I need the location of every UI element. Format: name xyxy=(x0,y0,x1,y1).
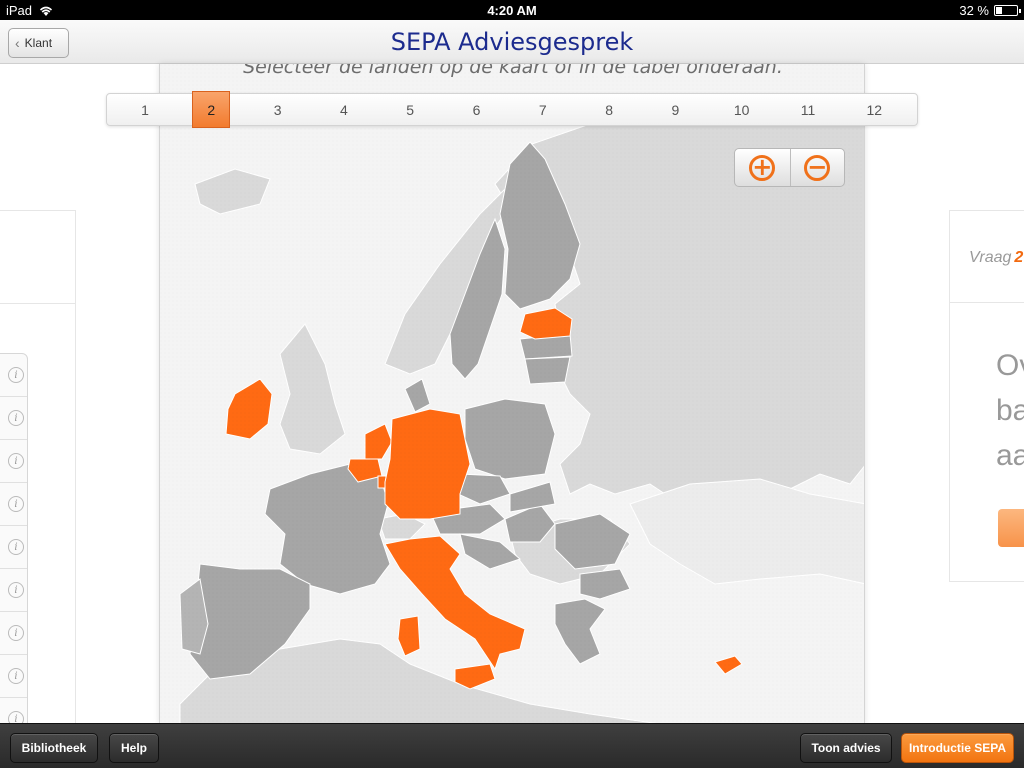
step-11[interactable]: 11 xyxy=(789,94,827,127)
step-8[interactable]: 8 xyxy=(590,94,628,127)
map-country-ireland[interactable] xyxy=(225,378,273,440)
map-country-greece[interactable] xyxy=(554,598,606,665)
list-item[interactable]: i xyxy=(0,655,27,698)
battery-icon xyxy=(994,5,1021,16)
left-list: i i i i i i i i i xyxy=(0,353,28,742)
library-button[interactable]: Bibliotheek xyxy=(10,733,98,763)
minus-circle-icon: − xyxy=(804,154,831,181)
clock: 4:20 AM xyxy=(487,3,537,18)
info-icon[interactable]: i xyxy=(8,668,24,684)
list-item[interactable]: i xyxy=(0,440,27,483)
info-icon[interactable]: i xyxy=(8,539,24,555)
list-item[interactable]: i xyxy=(0,483,27,526)
map-region-iceland[interactable] xyxy=(194,168,271,215)
zoom-out-button[interactable]: − xyxy=(789,149,845,186)
step-12[interactable]: 12 xyxy=(855,94,893,127)
plus-circle-icon: + xyxy=(749,154,776,181)
info-icon[interactable]: i xyxy=(8,410,24,426)
list-item[interactable]: i xyxy=(0,612,27,655)
map-country-romania[interactable] xyxy=(554,513,631,570)
navigation-bar: ‹ Klant SEPA Adviesgesprek xyxy=(0,20,1024,64)
step-6[interactable]: 6 xyxy=(458,94,496,127)
question-label: Vraag 2 xyxy=(969,249,1024,266)
battery-percent: 32 % xyxy=(959,3,989,18)
step-2[interactable]: 2 xyxy=(192,91,231,128)
step-3[interactable]: 3 xyxy=(259,94,297,127)
left-panel: i i i i i i i i i xyxy=(0,210,76,742)
step-5[interactable]: 5 xyxy=(391,94,429,127)
list-item[interactable]: i xyxy=(0,569,27,612)
map-country-cyprus[interactable] xyxy=(714,655,743,675)
divider xyxy=(0,303,76,304)
list-item[interactable]: i xyxy=(0,354,27,397)
question-header: Vraag 2 xyxy=(950,211,1024,303)
right-panel: Vraag2 Ov ba aa xyxy=(949,210,1024,582)
info-icon[interactable]: i xyxy=(8,496,24,512)
map-country-netherlands[interactable] xyxy=(364,423,393,460)
list-item[interactable]: i xyxy=(0,397,27,440)
list-item[interactable]: i xyxy=(0,526,27,569)
zoom-in-button[interactable]: + xyxy=(735,149,790,186)
intro-sepa-button[interactable]: Introductie SEPA xyxy=(901,733,1014,763)
info-icon[interactable]: i xyxy=(8,582,24,598)
map-country-slovakia[interactable] xyxy=(509,481,556,513)
map-country-bulgaria[interactable] xyxy=(579,568,631,600)
step-4[interactable]: 4 xyxy=(325,94,363,127)
map-country-poland[interactable] xyxy=(464,398,556,480)
answer-button[interactable] xyxy=(998,509,1024,547)
status-bar: iPad 4:20 AM 32 % xyxy=(0,0,1024,20)
help-button[interactable]: Help xyxy=(109,733,159,763)
step-7[interactable]: 7 xyxy=(524,94,562,127)
step-selector: 1 2 3 4 5 6 7 8 9 10 11 12 xyxy=(106,91,918,128)
show-advice-button[interactable]: Toon advies xyxy=(800,733,892,763)
bottom-toolbar: Bibliotheek Help Toon advies Introductie… xyxy=(0,723,1024,768)
question-text: Ov ba aa xyxy=(996,349,1024,472)
map-region-uk[interactable] xyxy=(279,323,346,455)
step-10[interactable]: 10 xyxy=(723,94,761,127)
page-title: SEPA Adviesgesprek xyxy=(390,28,634,56)
map-country-denmark[interactable] xyxy=(404,378,431,413)
map-country-germany[interactable] xyxy=(384,408,471,520)
map-country-sicily[interactable] xyxy=(454,663,496,690)
info-icon[interactable]: i xyxy=(8,367,24,383)
info-icon[interactable]: i xyxy=(8,625,24,641)
map-region-turkey[interactable] xyxy=(629,478,865,585)
map-country-sardinia[interactable] xyxy=(397,615,421,657)
info-icon[interactable]: i xyxy=(8,453,24,469)
zoom-control: + − xyxy=(734,148,845,187)
step-1[interactable]: 1 xyxy=(126,94,164,127)
step-9[interactable]: 9 xyxy=(656,94,694,127)
map-country-lithuania[interactable] xyxy=(524,356,571,385)
